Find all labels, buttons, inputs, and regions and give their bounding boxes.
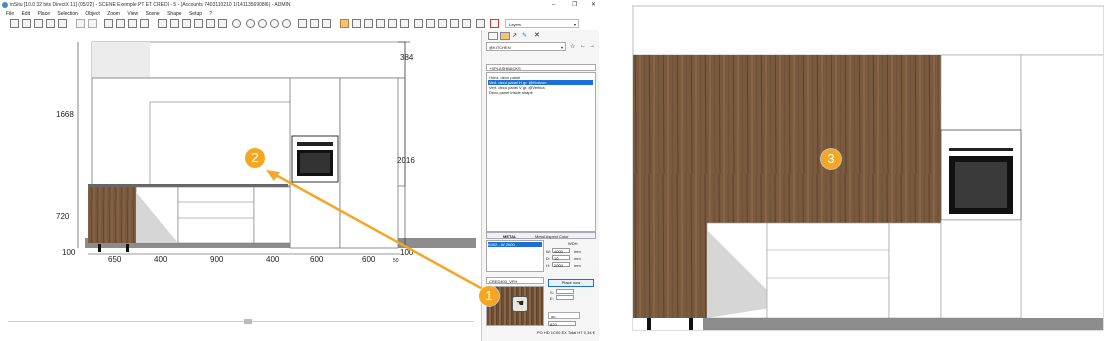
splashback-wood [633,55,941,223]
annotation-arrow [266,170,489,294]
zoomed-kitchen [633,6,1103,330]
step-badge-1: 1 [479,286,499,306]
step-badge-2: 2 [245,148,265,168]
zoomed-view: 3 [632,5,1104,331]
zoom-wood-base [633,223,707,318]
step-badge-3: 3 [821,149,841,169]
